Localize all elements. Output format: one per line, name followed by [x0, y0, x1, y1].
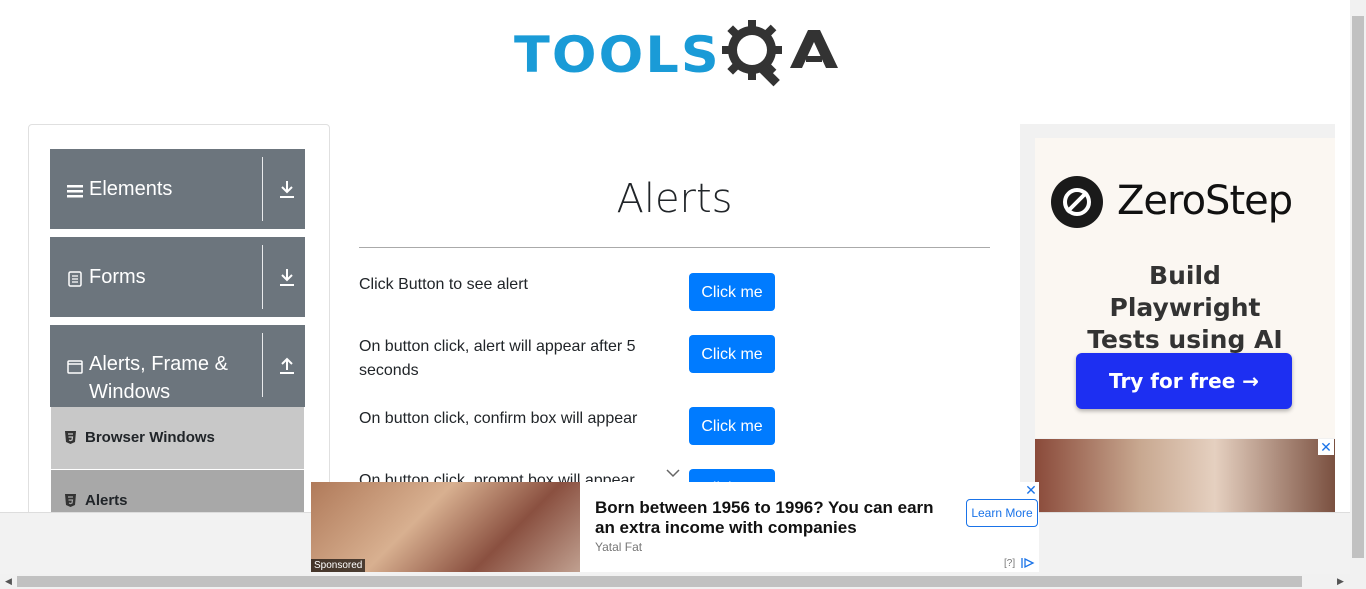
window-icon: [67, 360, 83, 374]
ad-tagline: Build Playwright Tests using AI: [1087, 261, 1283, 354]
gear-magnifier-icon: [722, 20, 782, 87]
logo-tools-text: TOOLS: [514, 26, 721, 84]
adchoices-icon[interactable]: [1020, 557, 1038, 569]
ad-info-link[interactable]: [?]: [1004, 558, 1015, 569]
alert-row-text: Click Button to see alert: [359, 276, 528, 293]
divider: [262, 157, 263, 221]
sidebar-group-label: Elements: [89, 178, 173, 200]
scroll-left-arrow-icon[interactable]: ◀: [5, 576, 12, 587]
ad-headline[interactable]: Born between 1956 to 1996? You can earn …: [595, 498, 955, 538]
document-icon: [68, 271, 82, 287]
sidebar-item-browser-windows[interactable]: Browser Windows: [51, 407, 304, 470]
confirm-button[interactable]: Click me: [689, 407, 775, 445]
ad-photo[interactable]: Sponsored: [311, 482, 580, 572]
close-icon[interactable]: ✕: [1024, 483, 1038, 497]
sidebar-item-label: Browser Windows: [85, 429, 215, 446]
sponsored-label: Sponsored: [311, 559, 366, 572]
learn-more-button[interactable]: Learn More: [966, 499, 1038, 527]
html5-icon: [65, 494, 76, 507]
download-arrow-icon[interactable]: [278, 267, 296, 287]
close-icon[interactable]: ✕: [1318, 439, 1334, 455]
timer-alert-row-text: On button click, alert will appear after…: [359, 338, 636, 379]
vertical-scrollbar-thumb[interactable]: [1352, 16, 1364, 558]
download-arrow-icon[interactable]: [278, 179, 296, 199]
zerostep-ad-card[interactable]: ZeroStep Build Playwright Tests using AI…: [1035, 138, 1335, 438]
page-title: Alerts: [616, 176, 733, 222]
ad-source: Yatal Fat: [595, 540, 643, 554]
sidebar-group-elements[interactable]: Elements: [50, 149, 305, 229]
ad-cta-button[interactable]: Try for free →: [1076, 353, 1292, 409]
alert-button[interactable]: Click me: [689, 273, 775, 311]
toolsqa-logo[interactable]: TOOLS QA: [514, 16, 840, 92]
sidebar-group-forms[interactable]: Forms: [50, 237, 305, 317]
sidebar: Elements Forms Alerts, Frame & Windows B…: [28, 124, 330, 526]
logo-a-letter-icon: [790, 30, 838, 68]
sidebar-group-label: Forms: [89, 266, 146, 288]
chevron-down-icon[interactable]: [666, 468, 680, 478]
right-ad-photo[interactable]: [1035, 439, 1335, 519]
scroll-right-arrow-icon[interactable]: ▶: [1337, 576, 1344, 587]
sidebar-item-label: Alerts: [85, 492, 128, 509]
timer-alert-button[interactable]: Click me: [689, 335, 775, 373]
html5-icon: [65, 431, 76, 444]
sidebar-group-label: Alerts, Frame & Windows: [89, 353, 228, 403]
zerostep-logo-icon: [1051, 176, 1103, 228]
horizontal-scrollbar-thumb[interactable]: [17, 576, 1302, 587]
bottom-ad-banner[interactable]: Sponsored Born between 1956 to 1996? You…: [311, 482, 1039, 572]
sidebar-group-alerts-frame-windows[interactable]: Alerts, Frame & Windows: [50, 325, 305, 407]
ad-brand-name: ZeroStep: [1117, 178, 1293, 224]
upload-arrow-icon[interactable]: [278, 355, 296, 375]
divider: [262, 333, 263, 397]
divider: [262, 245, 263, 309]
title-divider: [359, 247, 990, 248]
confirm-row-text: On button click, confirm box will appear: [359, 410, 638, 427]
hamburger-icon: [67, 185, 83, 198]
